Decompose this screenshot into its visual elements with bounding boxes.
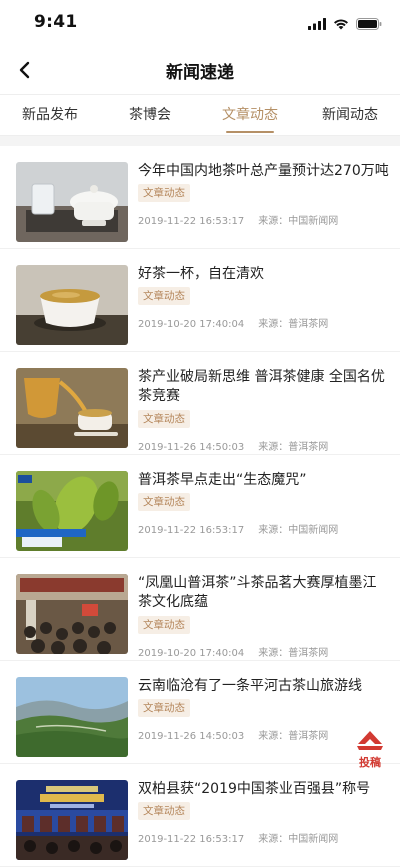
nav-bar: 新闻速递 xyxy=(0,46,400,94)
article-meta: 2019-11-22 16:53:17 来源：中国新闻网 xyxy=(138,830,338,845)
wifi-icon xyxy=(333,15,349,34)
article-item[interactable]: 普洱茶早点走出“生态魔咒” 文章动态 2019-11-22 16:53:17 来源… xyxy=(0,455,400,558)
article-source: 来源：普洱茶网 xyxy=(258,648,329,659)
signal-icon xyxy=(308,15,326,34)
tab-news-updates[interactable]: 新闻动态 xyxy=(300,95,400,135)
article-tag: 文章动态 xyxy=(138,802,190,820)
article-tag: 文章动态 xyxy=(138,616,190,634)
article-source: 来源：普洱茶网 xyxy=(258,442,329,453)
article-date: 2019-11-22 16:53:17 xyxy=(138,216,245,227)
article-meta: 2019-11-22 16:53:17 来源：中国新闻网 xyxy=(138,212,338,227)
article-item[interactable]: 今年中国内地茶叶总产量预计达270万吨 文章动态 2019-11-22 16:5… xyxy=(0,146,400,249)
article-date: 2019-11-22 16:53:17 xyxy=(138,834,245,845)
status-bar: 9:41 xyxy=(0,0,400,46)
article-date: 2019-11-26 14:50:03 xyxy=(138,731,245,742)
article-tag: 文章动态 xyxy=(138,493,190,511)
article-meta: 2019-10-20 17:40:04 来源：普洱茶网 xyxy=(138,644,328,659)
article-meta: 2019-11-26 14:50:03 来源：普洱茶网 xyxy=(138,438,328,453)
tab-tea-expo[interactable]: 茶博会 xyxy=(100,95,200,135)
battery-icon xyxy=(356,15,382,34)
article-meta: 2019-11-22 16:53:17 来源：中国新闻网 xyxy=(138,521,338,536)
article-item[interactable]: 双柏县获“2019中国茶业百强县”称号 文章动态 2019-11-22 16:5… xyxy=(0,764,400,867)
article-thumbnail xyxy=(16,574,128,654)
submit-icon xyxy=(357,731,383,750)
article-tag: 文章动态 xyxy=(138,410,190,428)
submit-article-button[interactable]: 投稿 xyxy=(354,728,386,769)
article-tag: 文章动态 xyxy=(138,184,190,202)
article-thumbnail xyxy=(16,471,128,551)
page-title: 新闻速递 xyxy=(166,63,234,83)
article-title[interactable]: 普洱茶早点走出“生态魔咒” xyxy=(138,471,390,490)
article-title[interactable]: 双柏县获“2019中国茶业百强县”称号 xyxy=(138,780,390,799)
article-meta: 2019-10-20 17:40:04 来源：普洱茶网 xyxy=(138,315,328,330)
article-item[interactable]: “凤凰山普洱茶”斗茶品茗大赛厚植墨江茶文化底蕴 文章动态 2019-10-20 … xyxy=(0,558,400,661)
article-item[interactable]: 好茶一杯，自在清欢 文章动态 2019-10-20 17:40:04 来源：普洱茶… xyxy=(0,249,400,352)
article-title[interactable]: “凤凰山普洱茶”斗茶品茗大赛厚植墨江茶文化底蕴 xyxy=(138,574,390,612)
submit-label: 投稿 xyxy=(359,756,381,769)
article-thumbnail xyxy=(16,677,128,757)
tab-new-products[interactable]: 新品发布 xyxy=(0,95,100,135)
section-divider xyxy=(0,136,400,146)
article-thumbnail xyxy=(16,265,128,345)
article-source: 来源：普洱茶网 xyxy=(258,319,329,330)
article-meta: 2019-11-26 14:50:03 来源：普洱茶网 xyxy=(138,727,328,742)
article-source: 来源：中国新闻网 xyxy=(258,834,339,845)
category-tabs: 新品发布 茶博会 文章动态 新闻动态 xyxy=(0,94,400,136)
article-title[interactable]: 今年中国内地茶叶总产量预计达270万吨 xyxy=(138,162,390,181)
article-thumbnail xyxy=(16,780,128,860)
status-time: 9:41 xyxy=(34,12,78,32)
article-source: 来源：普洱茶网 xyxy=(258,731,329,742)
article-item[interactable]: 云南临沧有了一条平河古茶山旅游线 文章动态 2019-11-26 14:50:0… xyxy=(0,661,400,764)
article-tag: 文章动态 xyxy=(138,287,190,305)
article-source: 来源：中国新闻网 xyxy=(258,525,339,536)
article-date: 2019-10-20 17:40:04 xyxy=(138,319,245,330)
article-date: 2019-10-20 17:40:04 xyxy=(138,648,245,659)
article-item[interactable]: 茶产业破局新思维 普洱茶健康 全国名优茶竞赛 文章动态 2019-11-26 1… xyxy=(0,352,400,455)
status-icons xyxy=(308,15,382,34)
article-title[interactable]: 好茶一杯，自在清欢 xyxy=(138,265,390,284)
article-thumbnail xyxy=(16,368,128,448)
article-title[interactable]: 茶产业破局新思维 普洱茶健康 全国名优茶竞赛 xyxy=(138,368,390,406)
article-thumbnail xyxy=(16,162,128,242)
article-list: 今年中国内地茶叶总产量预计达270万吨 文章动态 2019-11-22 16:5… xyxy=(0,146,400,867)
article-tag: 文章动态 xyxy=(138,699,190,717)
article-source: 来源：中国新闻网 xyxy=(258,216,339,227)
article-date: 2019-11-22 16:53:17 xyxy=(138,525,245,536)
tab-article-updates[interactable]: 文章动态 xyxy=(200,95,300,135)
article-date: 2019-11-26 14:50:03 xyxy=(138,442,245,453)
article-title[interactable]: 云南临沧有了一条平河古茶山旅游线 xyxy=(138,677,390,696)
